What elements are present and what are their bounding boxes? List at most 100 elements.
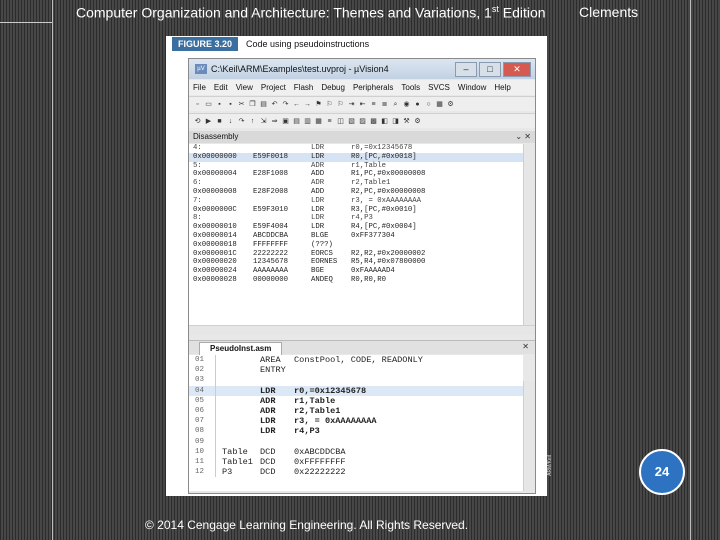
- menu-file[interactable]: File: [189, 83, 210, 92]
- call-stack-icon[interactable]: ≡: [325, 117, 334, 126]
- show-next-statement-icon[interactable]: ⇒: [270, 117, 279, 126]
- watch-window-icon[interactable]: ◫: [336, 117, 345, 126]
- figure-caption: Code using pseudoinstructions: [246, 39, 370, 49]
- menu-bar: File Edit View Project Flash Debug Perip…: [189, 80, 535, 95]
- figure-header: FIGURE 3.20 Code using pseudoinstruction…: [166, 36, 547, 52]
- toolbox-icon[interactable]: ⚒: [402, 117, 411, 126]
- editor-tab-bar: PseudoInst.asm ✕: [189, 340, 535, 355]
- run-icon[interactable]: ▶: [204, 117, 213, 126]
- standard-toolbar: ▫ ▭ ▪ ▪ ✂ ❐ ▤ ↶ ↷ ← → ⚑ ⚐ ⚐ ⇥ ⇤ ≡ ≣ ⌕ ◉ …: [189, 96, 535, 111]
- disasm-line: 0x00000024 AAAAAAAA BGE 0xFAAAAAD4: [193, 267, 395, 276]
- disasm-line: 0x00000018 FFFFFFFF (???): [193, 240, 333, 249]
- menu-flash[interactable]: Flash: [290, 83, 318, 92]
- menu-edit[interactable]: Edit: [210, 83, 232, 92]
- copy-icon[interactable]: ❐: [248, 100, 257, 109]
- menu-view[interactable]: View: [232, 83, 257, 92]
- source-line: 10 Table DCD 0xABCDDCBA: [195, 446, 346, 457]
- uvision-window: µV C:\Keil\ARM\Examples\test.uvproj - µV…: [188, 58, 536, 494]
- source-editor[interactable]: 01 AREA ConstPool, CODE, READONLY 02 ENTRY …: [189, 355, 523, 491]
- reset-icon[interactable]: ⟲: [193, 117, 202, 126]
- open-file-icon[interactable]: ▭: [204, 100, 213, 109]
- debug-start-icon[interactable]: ◉: [402, 100, 411, 109]
- cut-icon[interactable]: ✂: [237, 100, 246, 109]
- bookmark-icon[interactable]: ⚑: [314, 100, 323, 109]
- source-line: 03: [189, 375, 523, 386]
- source-line-current: 04 LDR r0,=0x12345678: [189, 385, 523, 396]
- menu-tools[interactable]: Tools: [397, 83, 424, 92]
- source-line: 01 AREA ConstPool, CODE, READONLY: [195, 355, 423, 366]
- page-number-badge: 24: [639, 449, 685, 495]
- slide-author: Clements: [579, 4, 639, 20]
- tab-pseudoinst[interactable]: PseudoInst.asm: [199, 342, 283, 355]
- breakpoint-icon[interactable]: ●: [413, 100, 422, 109]
- disassembly-window-icon[interactable]: ▤: [292, 117, 301, 126]
- disassembly-view[interactable]: 4: LDR r0,=0x12345678 0x00000000 E59F0018 LD…: [189, 144, 523, 325]
- disasm-line: 7: LDR r3, = 0xAAAAAAAA: [193, 196, 422, 205]
- step-over-icon[interactable]: ↷: [237, 117, 246, 126]
- settings-icon[interactable]: ⚙: [446, 100, 455, 109]
- registers-window-icon[interactable]: ▦: [314, 117, 323, 126]
- disassembly-scrollbar[interactable]: [523, 144, 535, 325]
- figure-panel: FIGURE 3.20 Code using pseudoinstruction…: [166, 36, 547, 496]
- editor-scrollbar[interactable]: [523, 381, 535, 491]
- uncomment-icon[interactable]: ≣: [380, 100, 389, 109]
- comment-icon[interactable]: ≡: [369, 100, 378, 109]
- window-controls: – □ ✕: [455, 62, 531, 77]
- save-icon[interactable]: ▪: [215, 100, 224, 109]
- stop-icon[interactable]: ■: [215, 117, 224, 126]
- pane-close-icon[interactable]: ⌄ ✕: [515, 131, 531, 143]
- system-viewer-icon[interactable]: ◨: [391, 117, 400, 126]
- paste-icon[interactable]: ▤: [259, 100, 268, 109]
- disassembly-hscrollbar[interactable]: [189, 325, 535, 335]
- menu-peripherals[interactable]: Peripherals: [349, 83, 397, 92]
- save-all-icon[interactable]: ▪: [226, 100, 235, 109]
- step-into-icon[interactable]: ↓: [226, 117, 235, 126]
- symbols-window-icon[interactable]: ▥: [303, 117, 312, 126]
- left-divider: [52, 0, 53, 540]
- disasm-line-current: 0x00000000 E59F0018 LDR R0,[PC,#0x0018]: [189, 152, 523, 162]
- menu-debug[interactable]: Debug: [317, 83, 349, 92]
- debug-toolbar: ⟲ ▶ ■ ↓ ↷ ↑ ⇲ ⇒ ▣ ▤ ▥ ▦ ≡ ◫ ▧ ▨ ▩ ◧ ◨ ⚒ …: [189, 113, 535, 128]
- source-line: 11 Table1 DCD 0xFFFFFFFF: [195, 456, 346, 468]
- run-to-cursor-icon[interactable]: ⇲: [259, 117, 268, 126]
- disasm-line: 8: LDR r4,P3: [193, 214, 373, 223]
- source-line: 08 LDR r4,P3: [195, 426, 320, 437]
- tab-close-icon[interactable]: ✕: [522, 342, 529, 351]
- disassembly-pane-title: Disassembly ⌄ ✕: [189, 131, 535, 143]
- trace-window-icon[interactable]: ◧: [380, 117, 389, 126]
- right-divider: [690, 0, 691, 540]
- window-layout-icon[interactable]: ▦: [435, 100, 444, 109]
- step-out-icon[interactable]: ↑: [248, 117, 257, 126]
- indent-icon[interactable]: ⇥: [347, 100, 356, 109]
- redo-icon[interactable]: ↷: [281, 100, 290, 109]
- window-titlebar[interactable]: µV C:\Keil\ARM\Examples\test.uvproj - µV…: [189, 59, 535, 79]
- header-rule: [0, 22, 52, 23]
- analysis-window-icon[interactable]: ▩: [369, 117, 378, 126]
- find-icon[interactable]: ⌕: [391, 100, 400, 109]
- menu-svcs[interactable]: SVCS: [424, 83, 454, 92]
- menu-project[interactable]: Project: [257, 83, 290, 92]
- source-line: 09: [189, 436, 523, 447]
- next-bookmark-icon[interactable]: ⚐: [336, 100, 345, 109]
- prev-bookmark-icon[interactable]: ⚐: [325, 100, 334, 109]
- memory-window-icon[interactable]: ▧: [347, 117, 356, 126]
- undo-icon[interactable]: ↶: [270, 100, 279, 109]
- disasm-line: 0x00000014 ABCDDCBA BLGE 0xFF377304: [193, 231, 395, 240]
- outdent-icon[interactable]: ⇤: [358, 100, 367, 109]
- clear-breakpoints-icon[interactable]: ○: [424, 100, 433, 109]
- disasm-line: 0x00000010 E59F4004 LDR R4,[PC,#0x0004]: [193, 223, 417, 232]
- source-line: 06 ADR r2,Table1: [195, 405, 341, 417]
- minimize-button[interactable]: –: [455, 62, 477, 77]
- disasm-line: 0x00000028 00000000 ANDEQ R0,R0,R0: [193, 275, 387, 284]
- maximize-button[interactable]: □: [479, 62, 501, 77]
- disasm-line: 0x0000000C E59F3010 LDR R3,[PC,#0x0010]: [193, 205, 417, 214]
- debug-settings-icon[interactable]: ⚙: [413, 117, 422, 126]
- forward-icon[interactable]: →: [303, 100, 312, 109]
- menu-help[interactable]: Help: [490, 83, 514, 92]
- back-icon[interactable]: ←: [292, 100, 301, 109]
- menu-window[interactable]: Window: [454, 83, 490, 92]
- command-window-icon[interactable]: ▣: [281, 117, 290, 126]
- close-button[interactable]: ✕: [503, 62, 531, 77]
- new-file-icon[interactable]: ▫: [193, 100, 202, 109]
- serial-window-icon[interactable]: ▨: [358, 117, 367, 126]
